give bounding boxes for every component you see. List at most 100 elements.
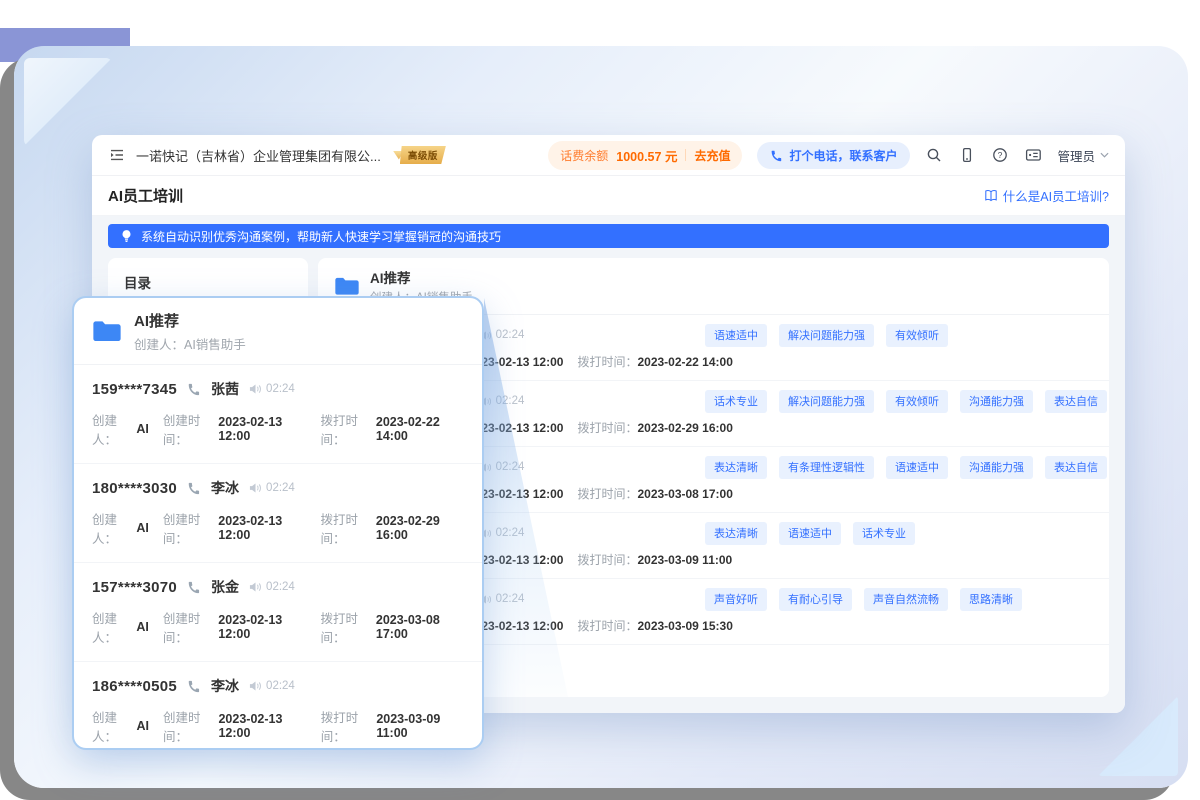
created-value: 2023-02-13 12:00 [218, 514, 306, 542]
skill-tag: 话术专业 [705, 390, 767, 413]
make-call-label: 打个电话，联系客户 [789, 147, 897, 164]
called-value: 2023-02-22 14:00 [376, 415, 464, 443]
skill-tag: 解决问题能力强 [779, 324, 874, 347]
record-duration-value: 02:24 [496, 593, 525, 605]
record-tags: 表达清晰有条理性逻辑性语速适中沟通能力强表达自信 [705, 456, 1107, 479]
skill-tag: 声音自然流畅 [864, 588, 948, 611]
popup-record-line1: 186****0505 李冰 02:24 [92, 675, 464, 697]
called-label: 拨打时间： [320, 509, 375, 547]
popup-folder-name: AI推荐 [134, 310, 246, 331]
called-value: 2023-03-09 15:30 [637, 619, 732, 633]
phone-call-icon [187, 481, 201, 495]
record-tags: 语速适中解决问题能力强有效倾听 [705, 324, 948, 347]
make-call-button[interactable]: 打个电话，联系客户 [757, 142, 910, 169]
balance-amount: 1000.57 元 [616, 146, 677, 165]
skill-tag: 有条理性逻辑性 [779, 456, 874, 479]
popup-contact-name: 李冰 [211, 478, 239, 498]
popup-duration: 02:24 [249, 581, 295, 593]
record-duration-value: 02:24 [496, 329, 525, 341]
record-duration-value: 02:24 [496, 461, 525, 473]
record-tags: 话术专业解决问题能力强有效倾听沟通能力强表达自信 [705, 390, 1107, 413]
popup-record-item[interactable]: 157****3070 张金 02:24 创建人： AI 创建时间： 2023-… [74, 563, 482, 662]
record-duration: 02:24 [480, 593, 525, 605]
called-label: 拨打时间： [321, 707, 377, 745]
popup-contact-name: 张金 [211, 577, 239, 597]
admin-menu[interactable]: 管理员 [1057, 146, 1109, 165]
folder-icon [92, 319, 122, 344]
popup-record-item[interactable]: 159****7345 张茜 02:24 创建人： AI 创建时间： 2023-… [74, 365, 482, 464]
creator-value: AI [136, 422, 149, 436]
popup-record-item[interactable]: 186****0505 李冰 02:24 创建人： AI 创建时间： 2023-… [74, 662, 482, 750]
created-label: 创建时间： [163, 509, 218, 547]
popup-record-line1: 180****3030 李冰 02:24 [92, 477, 464, 499]
popup-duration-value: 02:24 [266, 383, 295, 395]
balance-label: 话费余额 [560, 147, 608, 164]
called-label: 拨打时间： [577, 485, 637, 502]
called-value: 2023-03-09 11:00 [376, 712, 464, 740]
popup-contact-name: 张茜 [211, 379, 239, 399]
popup-record-line1: 157****3070 张金 02:24 [92, 576, 464, 598]
popup-phone-number: 186****0505 [92, 678, 177, 695]
created-label: 创建时间： [163, 608, 218, 646]
called-label: 拨打时间： [577, 617, 637, 634]
popup-phone-number: 159****7345 [92, 381, 177, 398]
called-label: 拨打时间： [577, 551, 637, 568]
skill-tag: 解决问题能力强 [779, 390, 874, 413]
called-label: 拨打时间： [577, 419, 637, 436]
popup-record-item[interactable]: 180****3030 李冰 02:24 创建人： AI 创建时间： 2023-… [74, 464, 482, 563]
premium-badge: 高级版 [393, 146, 446, 164]
record-tags: 表达清晰语速适中话术专业 [705, 522, 915, 545]
premium-badge-label: 高级版 [400, 146, 446, 164]
workbench-card-icon[interactable] [1024, 146, 1042, 164]
popup-record-meta: 创建人： AI 创建时间： 2023-02-13 12:00 拨打时间： 202… [92, 608, 464, 646]
folder-name: AI推荐 [370, 267, 473, 287]
skill-tag: 表达清晰 [705, 522, 767, 545]
top-navbar: 一诺快记（吉林省）企业管理集团有限公... 高级版 话费余额 1000.57 元… [92, 135, 1125, 176]
called-value: 2023-03-08 17:00 [376, 613, 464, 641]
what-is-training-label: 什么是AI员工培训? [1003, 186, 1109, 205]
called-value: 2023-03-09 11:00 [637, 553, 732, 567]
skill-tag: 语速适中 [779, 522, 841, 545]
popup-record-meta: 创建人： AI 创建时间： 2023-02-13 12:00 拨打时间： 202… [92, 410, 464, 448]
navbar-right-cluster: 话费余额 1000.57 元 去充值 打个电话，联系客户 ? [548, 141, 1109, 170]
menu-fold-icon[interactable] [108, 146, 126, 164]
record-duration-value: 02:24 [496, 395, 525, 407]
called-value: 2023-03-08 17:00 [637, 487, 732, 501]
chevron-down-icon [1100, 152, 1109, 158]
skill-tag: 语速适中 [886, 456, 948, 479]
popup-record-meta: 创建人： AI 创建时间： 2023-02-13 12:00 拨打时间： 202… [92, 707, 464, 745]
created-value: 2023-02-13 12:00 [218, 415, 306, 443]
help-icon[interactable]: ? [991, 146, 1009, 164]
sidebar-title: 目录 [124, 272, 292, 292]
folder-icon [334, 276, 360, 297]
called-value: 2023-02-29 16:00 [637, 421, 732, 435]
popup-duration-value: 02:24 [266, 680, 295, 692]
mobile-icon[interactable] [958, 146, 976, 164]
decor-corner-triangle-topleft [24, 58, 112, 146]
record-duration: 02:24 [480, 329, 525, 341]
records-popup: AI推荐 创建人：AI销售助手 159****7345 张茜 02:24 创建人… [72, 296, 484, 750]
admin-label: 管理员 [1057, 146, 1095, 165]
creator-value: AI [136, 521, 149, 535]
skill-tag: 声音好听 [705, 588, 767, 611]
skill-tag: 表达自信 [1045, 390, 1107, 413]
audio-icon [249, 482, 262, 494]
record-tags: 声音好听有耐心引导声音自然流畅思路清晰 [705, 588, 1022, 611]
popup-contact-name: 李冰 [211, 676, 239, 696]
balance-pill[interactable]: 话费余额 1000.57 元 去充值 [548, 141, 742, 170]
popup-duration: 02:24 [249, 482, 295, 494]
skill-tag: 有效倾听 [886, 390, 948, 413]
called-label: 拨打时间： [577, 353, 637, 370]
skill-tag: 话术专业 [853, 522, 915, 545]
recharge-link[interactable]: 去充值 [694, 147, 730, 164]
skill-tag: 表达清晰 [705, 456, 767, 479]
skill-tag: 表达自信 [1045, 456, 1107, 479]
creator-label: 创建人： [92, 608, 136, 646]
popup-folder-header[interactable]: AI推荐 创建人：AI销售助手 [74, 298, 482, 365]
skill-tag: 思路清晰 [960, 588, 1022, 611]
popup-duration: 02:24 [249, 383, 295, 395]
search-icon[interactable] [925, 146, 943, 164]
creator-value: AI [136, 620, 149, 634]
what-is-training-link[interactable]: 什么是AI员工培训? [984, 186, 1109, 205]
skill-tag: 有耐心引导 [779, 588, 852, 611]
